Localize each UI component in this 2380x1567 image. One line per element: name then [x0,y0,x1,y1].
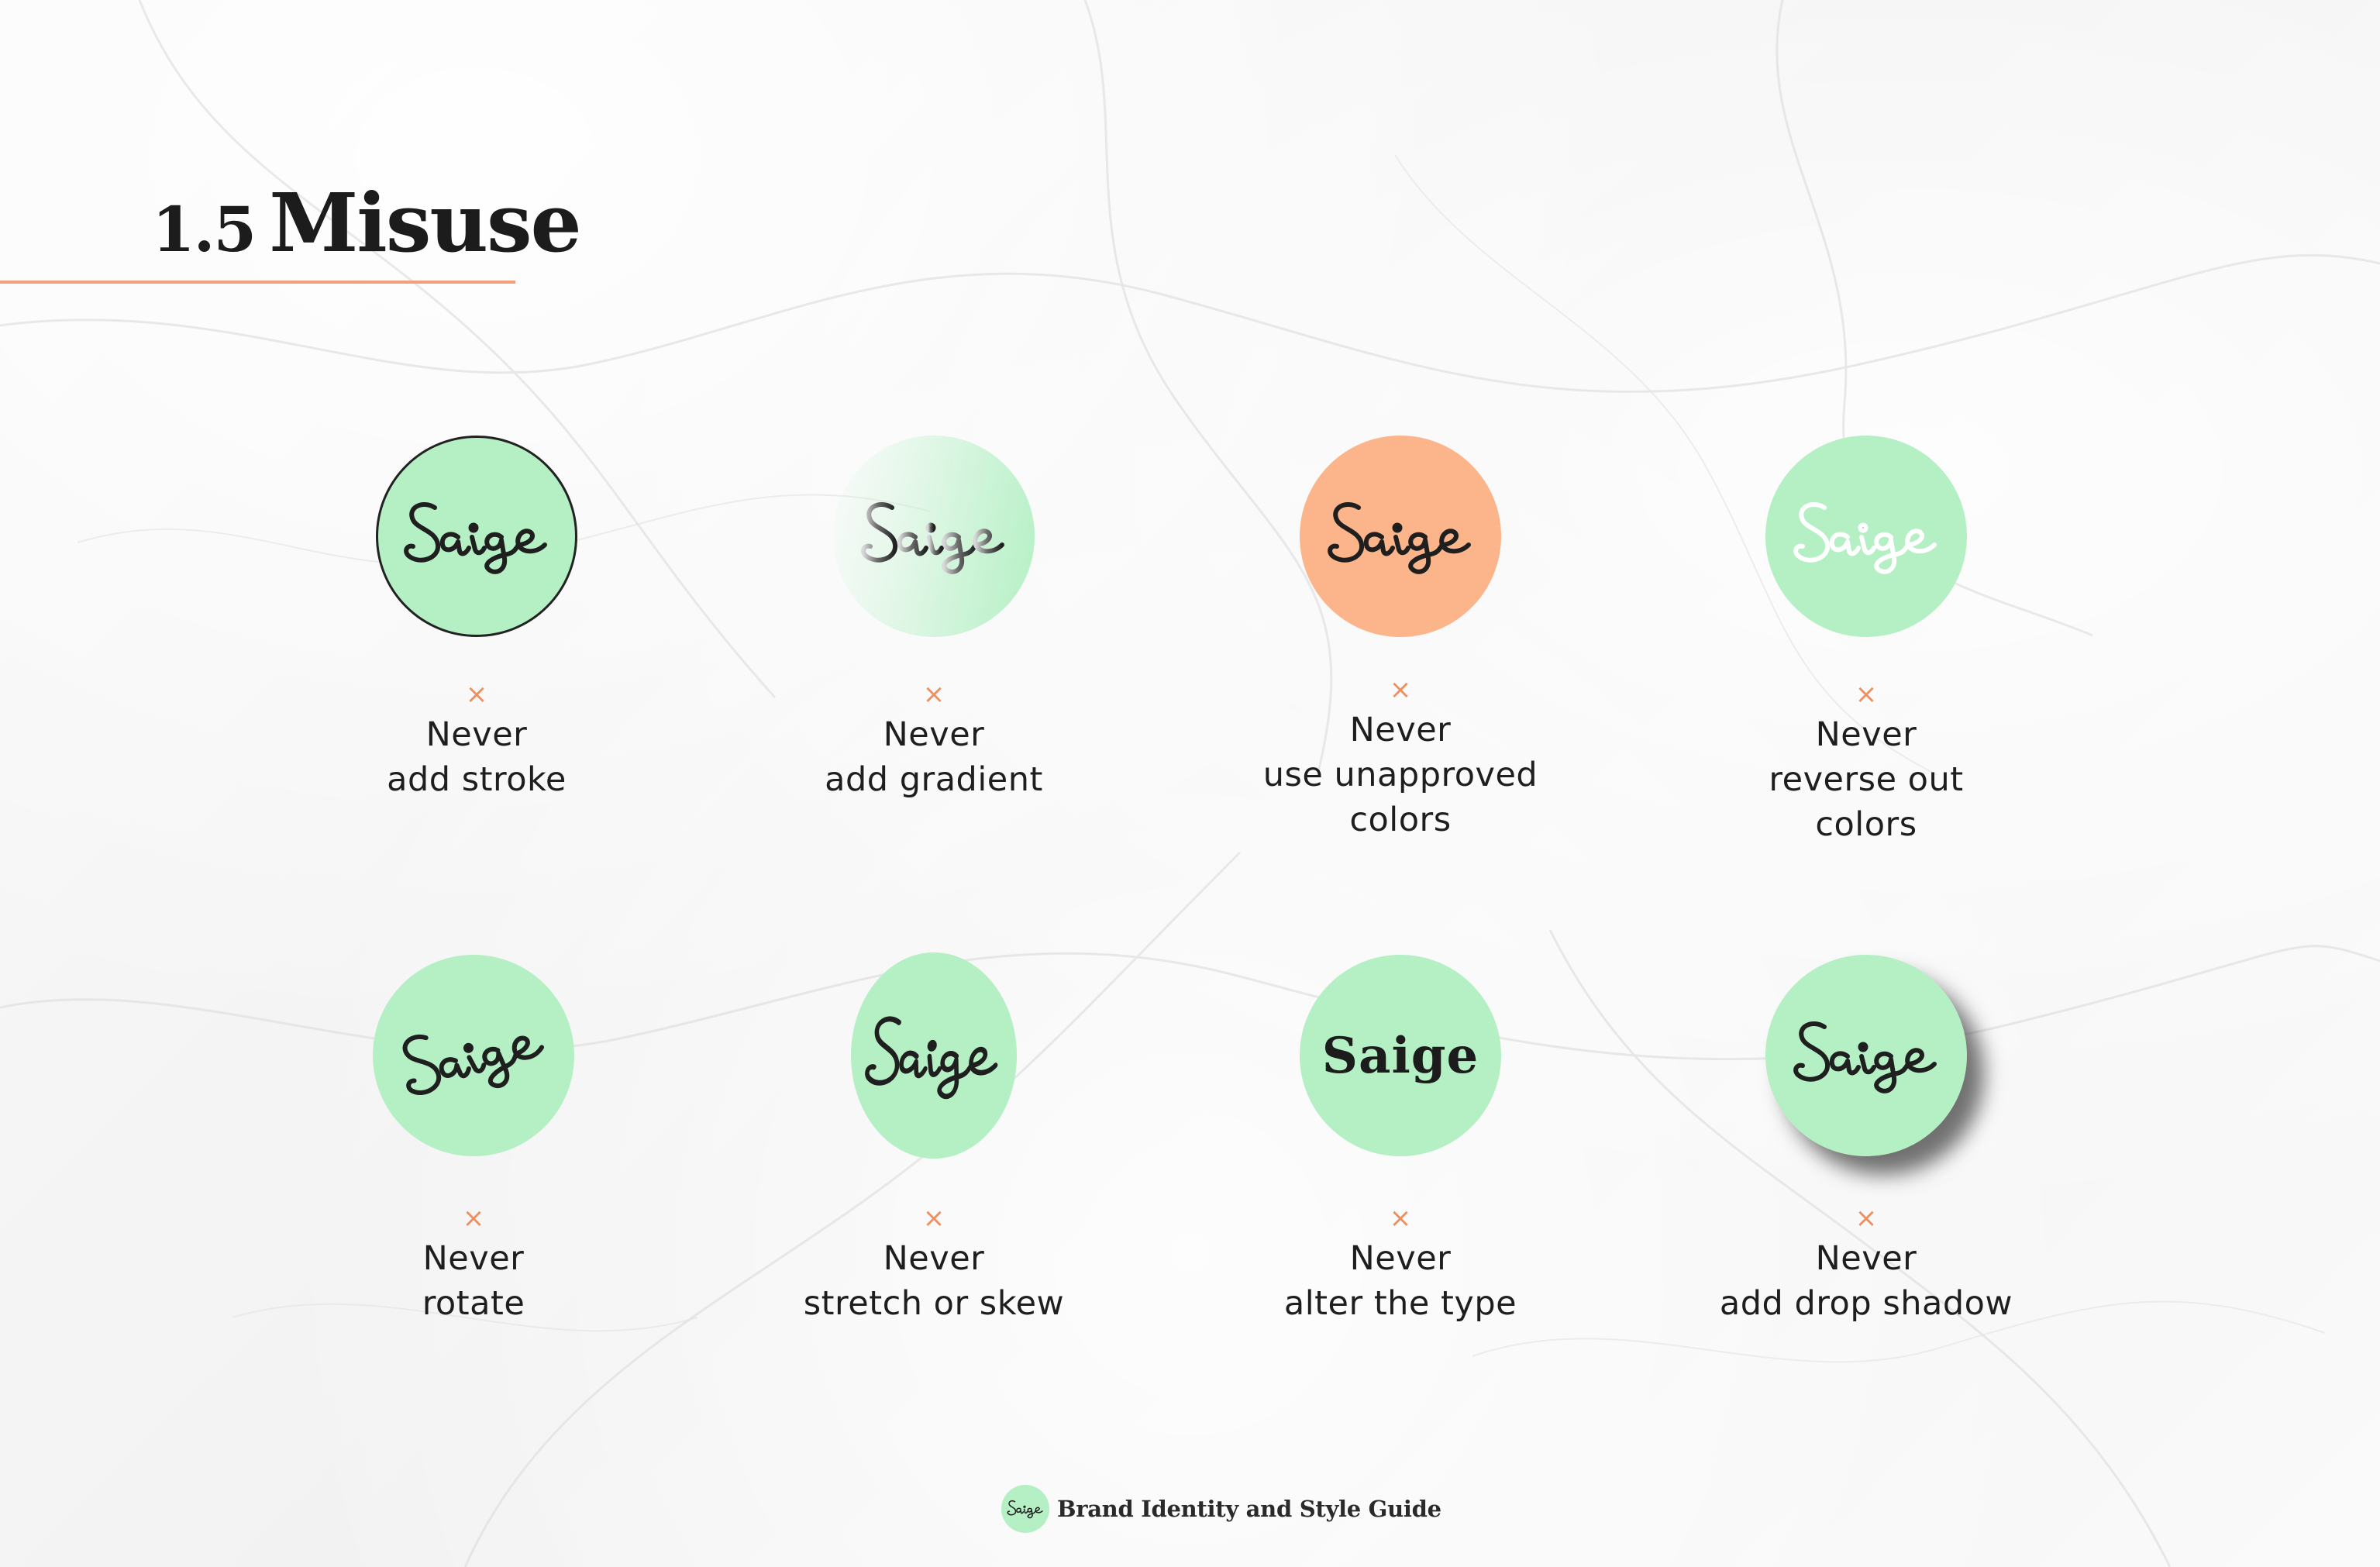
misuse-item-drop-shadow: × Never add drop shadow [1649,951,2083,1326]
caption-rule: stretch or skew [803,1284,1065,1323]
caption-rule: reverse out [1769,760,1964,799]
misuse-item-stretch: × Never stretch or skew [717,951,1151,1326]
misuse-caption: Never add drop shadow [1649,1236,2083,1326]
misuse-caption: Never alter the type [1183,1236,1617,1326]
misuse-caption: Never add stroke [260,712,694,802]
misuse-item-rotate: × Never rotate [257,951,691,1326]
misuse-x-icon: × [1855,1203,1878,1234]
misuse-item-reverse-out: × Never reverse out colors [1649,432,2083,847]
caption-never: Never [1815,1239,1917,1278]
footer: Brand Identity and Style Guide [1001,1483,1441,1534]
misuse-item-stroke: × Never add stroke [260,432,694,802]
caption-never: Never [1349,1239,1452,1278]
misuse-caption: Never reverse out colors [1649,712,2083,847]
caption-rule-cont: colors [1349,801,1452,839]
saige-logo-stretched-icon [851,952,1017,1159]
misuse-caption: Never add gradient [717,712,1151,802]
caption-never: Never [1815,715,1917,754]
caption-rule: use unapproved [1262,756,1538,794]
misuse-item-gradient: × Never add gradient [717,432,1151,802]
caption-never: Never [883,715,985,754]
saige-logo-with-stroke-icon [376,436,577,637]
misuse-x-icon: × [1389,1203,1412,1234]
misuse-caption: Never rotate [257,1236,691,1326]
section-title: Misuse [269,175,582,270]
misuse-item-alter-type: Saige × Never alter the type [1183,951,1617,1326]
saige-logo-reversed-icon [1765,436,1967,637]
caption-rule: alter the type [1283,1284,1517,1323]
misuse-x-icon: × [1389,674,1412,705]
caption-rule: rotate [422,1284,525,1323]
caption-never: Never [422,1239,525,1278]
misuse-caption: Never use unapproved colors [1183,708,1617,842]
misuse-x-icon: × [462,1203,485,1234]
caption-never: Never [1349,711,1452,749]
misuse-x-icon: × [922,679,945,710]
caption-never: Never [425,715,528,754]
misuse-x-icon: × [1855,679,1878,710]
altered-wordmark: Saige [1321,1026,1479,1085]
misuse-item-unapproved-colors: × Never use unapproved colors [1183,432,1617,842]
saige-footer-logo-icon [1001,1485,1049,1533]
misuse-x-icon: × [465,679,488,710]
saige-logo-unapproved-color-icon [1300,436,1501,637]
saige-logo-with-gradient-icon [833,436,1035,637]
caption-rule: add drop shadow [1719,1284,2013,1323]
saige-logo-drop-shadow-icon [1765,955,1967,1156]
misuse-caption: Never stretch or skew [717,1236,1151,1326]
saige-logo-rotated-icon [373,955,574,1156]
saige-logo-altered-type-icon: Saige [1300,955,1501,1156]
caption-rule: add gradient [825,760,1043,799]
misuse-x-icon: × [922,1203,945,1234]
page-title: 1.5 Misuse [152,183,582,266]
footer-text: Brand Identity and Style Guide [1057,1496,1441,1522]
caption-rule: add stroke [387,760,567,799]
title-underline [0,281,515,284]
caption-never: Never [883,1239,985,1278]
caption-rule-cont: colors [1815,805,1917,844]
section-number: 1.5 [152,193,257,266]
